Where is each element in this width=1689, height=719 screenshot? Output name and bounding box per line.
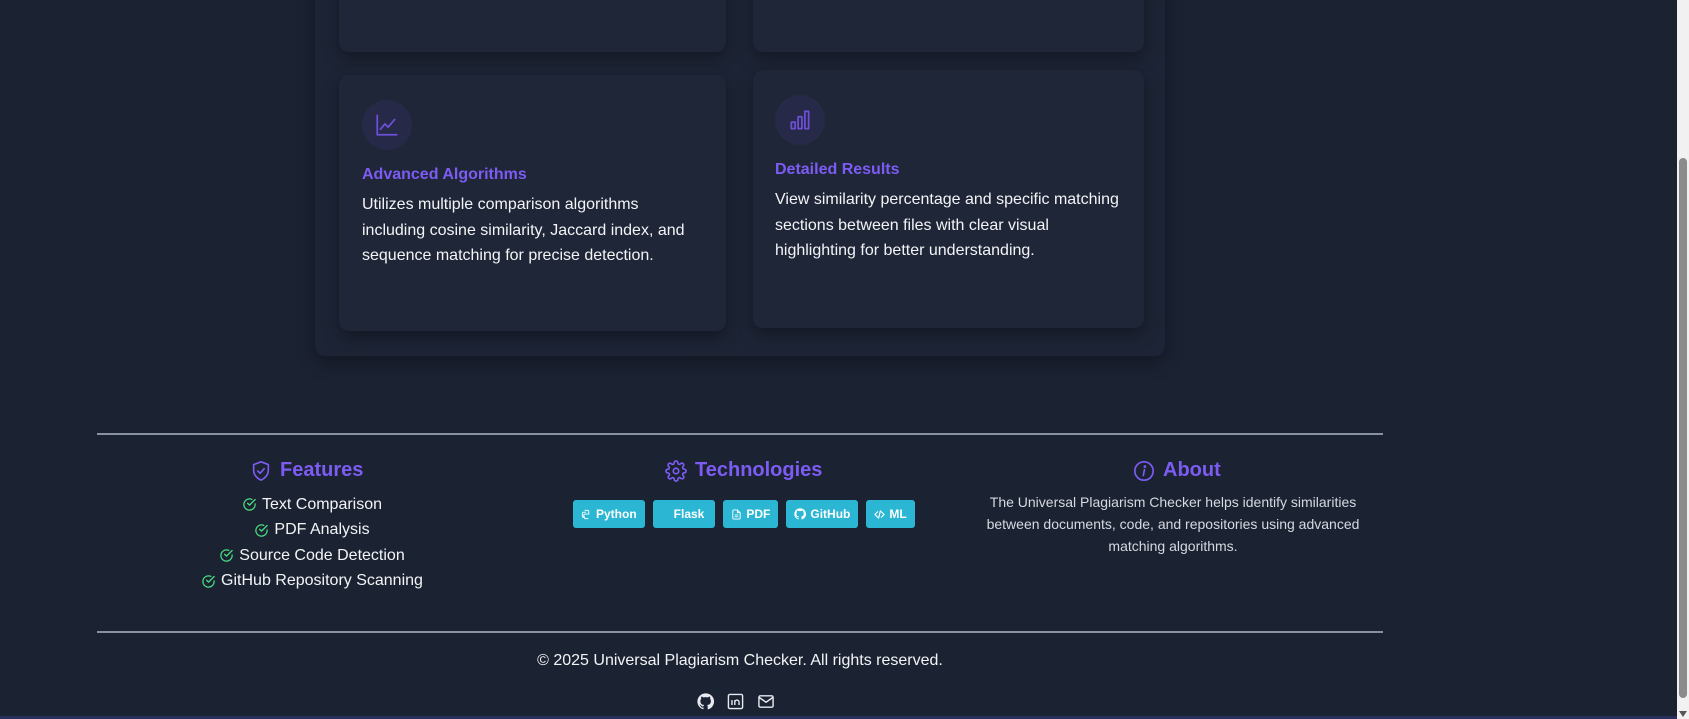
badge-github: GitHub	[786, 500, 859, 528]
footer-features-heading: Features	[250, 459, 363, 482]
file-icon	[731, 508, 742, 520]
list-item: Source Code Detection	[97, 543, 527, 569]
tech-badges: Python Flask PDF GitHub ML	[573, 500, 915, 528]
shield-check-icon	[250, 460, 272, 482]
mail-icon[interactable]	[757, 693, 775, 710]
card-description: View similarity percentage and specific …	[775, 191, 1119, 259]
feature-card-detailed-results: Detailed Results View similarity percent…	[753, 70, 1144, 328]
gear-icon	[665, 459, 687, 482]
list-item: GitHub Repository Scanning	[97, 569, 527, 595]
flask-icon	[664, 509, 670, 520]
footer-divider	[97, 631, 1383, 633]
github-icon	[794, 508, 807, 520]
footer-features-list: Text Comparison PDF Analysis Source Code…	[97, 492, 527, 594]
python-icon	[581, 509, 592, 520]
bar-chart-icon	[775, 95, 825, 145]
code-icon	[874, 509, 886, 520]
footer-about-text: The Universal Plagiarism Checker helps i…	[986, 494, 1360, 554]
scroll-down-arrow-icon[interactable]	[1679, 711, 1687, 717]
card-description: Utilizes multiple comparison algorithms …	[362, 196, 685, 264]
feature-card	[339, 0, 726, 52]
badge-flask: Flask	[652, 500, 716, 528]
badge-pdf: PDF	[723, 500, 779, 528]
feature-card-advanced-algorithms: Advanced Algorithms Utilizes multiple co…	[339, 75, 726, 331]
card-title: Advanced Algorithms	[362, 166, 527, 183]
badge-python: Python	[573, 500, 645, 528]
footer-technologies-heading: Technologies	[665, 459, 822, 482]
github-icon[interactable]	[697, 693, 714, 710]
check-circle-icon	[242, 497, 257, 512]
card-title: Detailed Results	[775, 161, 900, 178]
feature-card	[753, 0, 1144, 52]
page: Advanced Algorithms Utilizes multiple co…	[0, 0, 1689, 719]
list-item: Text Comparison	[97, 492, 527, 518]
footer-about-heading: About	[1133, 459, 1221, 482]
copyright: © 2025 Universal Plagiarism Checker. All…	[537, 652, 943, 669]
social-links	[697, 693, 775, 710]
badge-ml: ML	[866, 500, 915, 528]
info-icon	[1133, 460, 1155, 482]
check-circle-icon	[254, 523, 269, 538]
linkedin-icon[interactable]	[727, 693, 744, 710]
check-circle-icon	[201, 574, 216, 589]
list-item: PDF Analysis	[97, 518, 527, 544]
scrollbar-thumb[interactable]	[1679, 158, 1687, 698]
line-chart-icon	[362, 100, 412, 150]
scrollbar[interactable]	[1677, 0, 1689, 719]
footer-divider	[97, 433, 1383, 435]
check-circle-icon	[219, 548, 234, 563]
